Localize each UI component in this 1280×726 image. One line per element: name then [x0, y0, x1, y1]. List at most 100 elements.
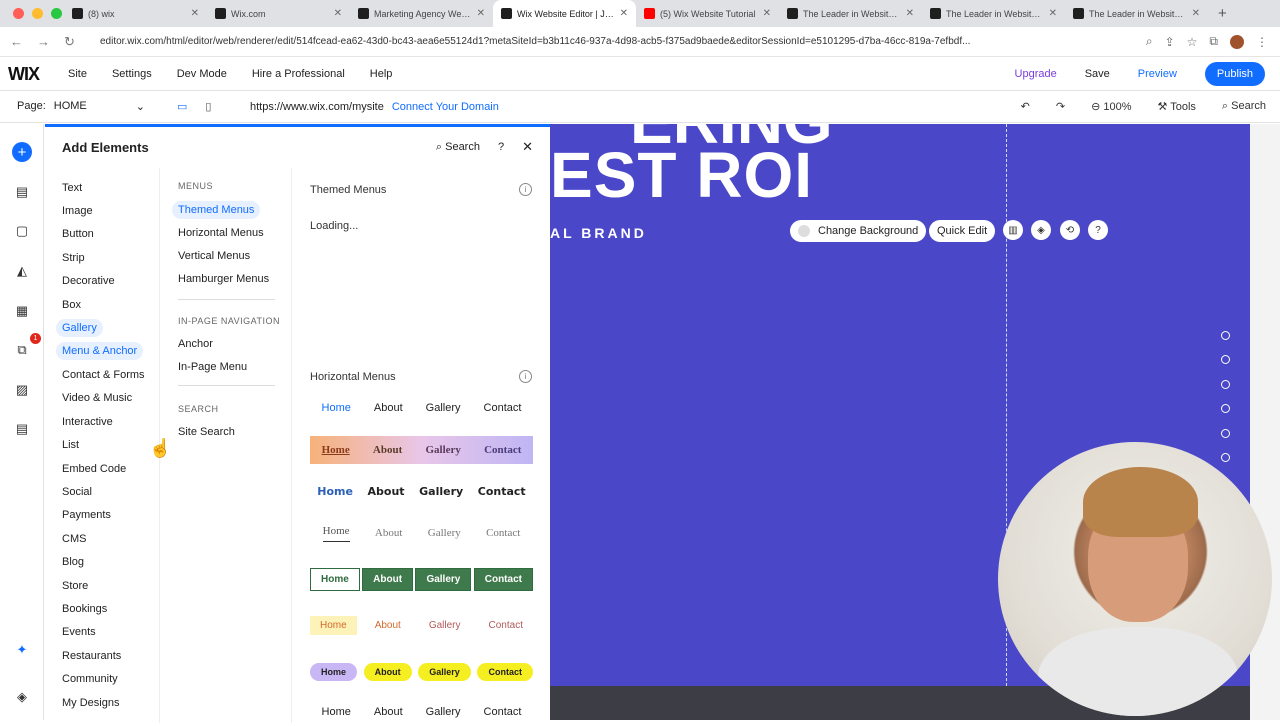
ai-icon[interactable]: ✦ — [12, 640, 32, 660]
new-tab-button[interactable]: + — [1218, 5, 1227, 22]
browser-tab[interactable]: The Leader in Website C ✕ — [1065, 0, 1208, 27]
tab-close-icon[interactable]: ✕ — [1049, 8, 1057, 19]
menu-settings[interactable]: Settings — [112, 68, 152, 80]
zoom-icon[interactable]: ⌕ — [1146, 34, 1153, 49]
sub-anchor[interactable]: Anchor — [178, 338, 213, 350]
redo-icon[interactable]: ↷ — [1056, 100, 1065, 113]
sub-horizontal-menus[interactable]: Horizontal Menus — [178, 227, 264, 239]
horizontal-menu-preview[interactable]: Home About Gallery Contact — [310, 477, 533, 505]
replace-icon[interactable]: ⟲ — [1060, 220, 1080, 240]
category-item[interactable]: Social — [62, 484, 92, 500]
category-item[interactable]: Gallery — [56, 319, 103, 337]
back-icon[interactable]: ← — [10, 34, 23, 50]
category-item[interactable]: Store — [62, 578, 88, 594]
cms-icon[interactable]: ▤ — [12, 419, 32, 439]
layers-icon[interactable]: ◈ — [12, 687, 32, 707]
tab-close-icon[interactable]: ✕ — [477, 8, 485, 19]
horizontal-menu-preview[interactable]: Home About Gallery Contact — [310, 436, 533, 464]
browser-tab[interactable]: The Leader in Website C ✕ — [922, 0, 1065, 27]
pages-icon[interactable]: ▢ — [12, 221, 32, 241]
category-item[interactable]: Decorative — [62, 273, 115, 289]
browser-tab[interactable]: Wix.com ✕ — [207, 0, 350, 27]
save-button[interactable]: Save — [1085, 68, 1110, 80]
category-item[interactable]: Events — [62, 624, 96, 640]
reload-icon[interactable]: ↻ — [64, 34, 75, 50]
category-item[interactable]: List — [62, 437, 79, 453]
upgrade-button[interactable]: Upgrade — [1015, 68, 1057, 80]
more-menu-icon[interactable]: ⋮ — [1256, 35, 1268, 49]
sub-inpage-menu[interactable]: In-Page Menu — [178, 361, 247, 373]
panel-search-button[interactable]: ⌕ Search — [436, 141, 480, 154]
share-icon[interactable]: ⇪ — [1165, 35, 1175, 49]
section-nav-dot[interactable] — [1221, 331, 1230, 340]
browser-tab[interactable]: The Leader in Website C ✕ — [779, 0, 922, 27]
section-nav-dot[interactable] — [1221, 404, 1230, 413]
category-item[interactable]: Menu & Anchor — [56, 342, 144, 360]
category-item[interactable]: Bookings — [62, 601, 107, 617]
connect-domain-link[interactable]: Connect Your Domain — [392, 101, 499, 113]
help-circle-icon[interactable]: ? — [1088, 220, 1108, 240]
section-nav-dot[interactable] — [1221, 429, 1230, 438]
category-item[interactable]: Community — [62, 671, 118, 687]
publish-button[interactable]: Publish — [1204, 62, 1265, 86]
horizontal-menu-preview[interactable]: Home About Gallery Contact — [310, 519, 533, 547]
maximize-window-button[interactable] — [51, 8, 62, 19]
menu-hire-professional[interactable]: Hire a Professional — [252, 68, 345, 80]
browser-tab[interactable]: (8) wix ✕ — [64, 0, 207, 27]
tab-close-icon[interactable]: ✕ — [1192, 8, 1200, 19]
browser-tab[interactable]: Marketing Agency Website ✕ — [350, 0, 493, 27]
minimize-window-button[interactable] — [32, 8, 43, 19]
section-nav-dot[interactable] — [1221, 380, 1230, 389]
category-item[interactable]: Text — [62, 180, 82, 196]
category-item[interactable]: Video & Music — [62, 390, 132, 406]
section-nav-dot[interactable] — [1221, 453, 1230, 462]
preview-button[interactable]: Preview — [1138, 68, 1177, 80]
quick-edit-button[interactable]: Quick Edit — [929, 220, 996, 242]
category-item[interactable]: My Designs — [62, 695, 119, 711]
business-icon[interactable]: ⧉ — [12, 340, 32, 360]
tab-close-icon[interactable]: ✕ — [334, 8, 342, 19]
category-item[interactable]: Embed Code — [62, 461, 126, 477]
sub-themed-menus[interactable]: Themed Menus — [172, 201, 261, 219]
wix-logo[interactable]: WIX — [0, 64, 68, 85]
info-icon[interactable]: i — [519, 370, 532, 383]
change-background-button[interactable]: Change Background — [790, 220, 927, 242]
page-selector[interactable]: Page: HOME ⌄ — [0, 100, 165, 113]
add-elements-icon[interactable]: + — [12, 142, 32, 162]
forward-icon[interactable]: → — [37, 34, 50, 50]
menu-site[interactable]: Site — [68, 68, 87, 80]
menu-help[interactable]: Help — [370, 68, 393, 80]
address-input[interactable]: editor.wix.com/html/editor/web/renderer/… — [100, 36, 1146, 47]
hero-subheading[interactable]: AL BRAND — [550, 225, 647, 241]
help-icon[interactable]: ? — [498, 141, 504, 153]
tab-close-icon[interactable]: ✕ — [906, 8, 914, 19]
menu-dev-mode[interactable]: Dev Mode — [177, 68, 227, 80]
sub-site-search[interactable]: Site Search — [178, 426, 235, 438]
browser-tab[interactable]: (5) Wix Website Tutorial ✕ — [636, 0, 779, 27]
horizontal-menu-preview[interactable]: Home About Gallery Contact — [310, 658, 533, 686]
search-button[interactable]: ⌕ Search — [1222, 100, 1266, 113]
sections-icon[interactable]: ▤ — [12, 182, 32, 202]
category-item[interactable]: Button — [62, 226, 94, 242]
tools-button[interactable]: ⚒ Tools — [1158, 100, 1196, 113]
category-item[interactable]: Restaurants — [62, 648, 121, 664]
close-window-button[interactable] — [13, 8, 24, 19]
zoom-control[interactable]: ⊖ 100% — [1091, 100, 1131, 113]
category-item[interactable]: Strip — [62, 250, 85, 266]
category-item[interactable]: Blog — [62, 554, 84, 570]
category-item[interactable]: Box — [62, 297, 81, 313]
category-item[interactable]: CMS — [62, 531, 86, 547]
design-icon[interactable]: ◭ — [12, 261, 32, 281]
media-icon[interactable]: ▨ — [12, 380, 32, 400]
apps-icon[interactable]: ▦ — [12, 301, 32, 321]
sub-vertical-menus[interactable]: Vertical Menus — [178, 250, 250, 262]
category-item[interactable]: Image — [62, 203, 93, 219]
extensions-icon[interactable]: ⧉ — [1209, 34, 1218, 49]
horizontal-menu-preview[interactable]: Home About Gallery Contact — [310, 611, 533, 639]
category-item[interactable]: Interactive — [62, 414, 113, 430]
tab-close-icon[interactable]: ✕ — [620, 8, 628, 19]
close-icon[interactable]: ✕ — [522, 139, 533, 155]
tab-close-icon[interactable]: ✕ — [763, 8, 771, 19]
desktop-view-icon[interactable]: ▭ — [177, 100, 187, 113]
tab-close-icon[interactable]: ✕ — [191, 8, 199, 19]
